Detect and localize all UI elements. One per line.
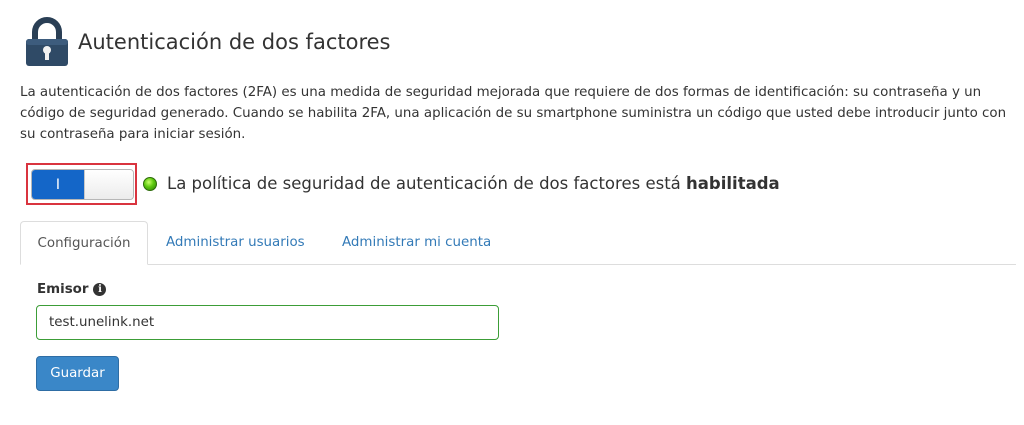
page-header: Autenticación de dos factores: [23, 17, 390, 67]
save-button[interactable]: Guardar: [36, 356, 119, 391]
status-led-icon: [143, 177, 157, 191]
lock-icon: [23, 17, 71, 67]
policy-status-text: La política de seguridad de autenticació…: [167, 174, 780, 193]
toggle-off-handle: [84, 170, 133, 199]
issuer-input[interactable]: [36, 305, 499, 340]
info-icon[interactable]: i: [93, 283, 107, 296]
tab-configuracion[interactable]: Configuración: [20, 221, 148, 265]
policy-status-value: habilitada: [686, 174, 780, 193]
issuer-label: Emisor i: [37, 282, 107, 297]
policy-status-prefix: La política de seguridad de autenticació…: [167, 174, 687, 193]
tab-administrar-usuarios[interactable]: Administrar usuarios: [166, 221, 305, 264]
toggle-on-label: I: [32, 170, 84, 199]
page-title: Autenticación de dos factores: [78, 30, 391, 54]
page-description: La autenticación de dos factores (2FA) e…: [20, 85, 1007, 142]
tab-administrar-mi-cuenta[interactable]: Administrar mi cuenta: [342, 221, 491, 264]
policy-toggle[interactable]: I: [31, 169, 134, 200]
issuer-label-text: Emisor: [37, 282, 89, 297]
tab-bar: Configuración Administrar usuarios Admin…: [20, 221, 1016, 265]
